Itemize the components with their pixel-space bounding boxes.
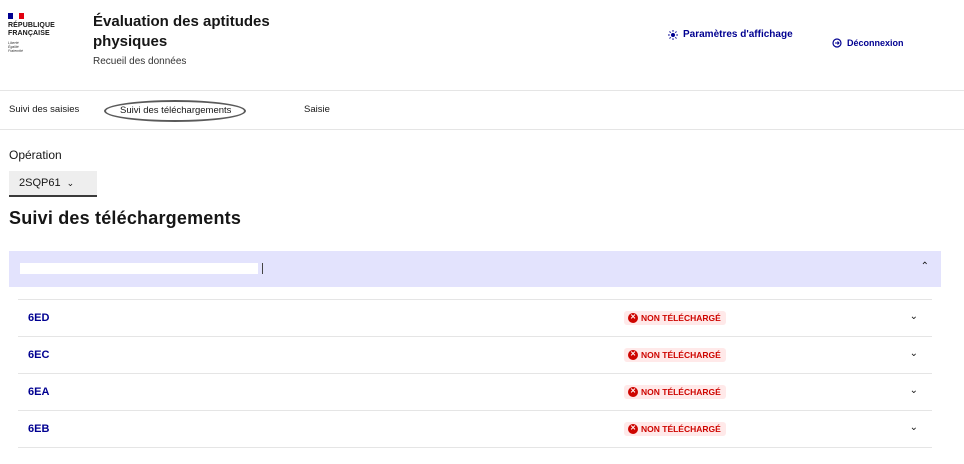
status-badge-label: NON TÉLÉCHARGÉ xyxy=(641,350,721,360)
chevron-down-icon[interactable]: ⌄ xyxy=(910,385,918,396)
page-title: Suivi des téléchargements xyxy=(9,208,242,228)
list-item[interactable]: 6EB ✕ NON TÉLÉCHARGÉ ⌄ xyxy=(18,410,932,448)
display-settings-label: Paramètres d'affichage xyxy=(683,29,793,40)
error-circle-icon: ✕ xyxy=(628,350,638,360)
logout-label: Déconnexion xyxy=(847,38,904,48)
logo-text-line-1: RÉPUBLIQUE xyxy=(8,22,55,29)
logo-devise-line: Fraternité xyxy=(8,49,23,53)
logo-text-line-2: FRANÇAISE xyxy=(8,30,50,37)
error-circle-icon: ✕ xyxy=(628,313,638,323)
list-item[interactable]: 6EC ✕ NON TÉLÉCHARGÉ ⌄ xyxy=(18,336,932,373)
class-name[interactable]: 6EB xyxy=(28,423,49,435)
nav-item-saisie[interactable]: Saisie xyxy=(304,104,330,115)
republique-francaise-logo[interactable]: RÉPUBLIQUE FRANÇAISE Liberté Égalité Fra… xyxy=(8,13,70,53)
site-header: RÉPUBLIQUE FRANÇAISE Liberté Égalité Fra… xyxy=(0,0,964,91)
operation-select[interactable]: 2SQP61 ⌄ xyxy=(9,171,97,197)
status-badge-label: NON TÉLÉCHARGÉ xyxy=(641,387,721,397)
display-settings-button[interactable]: Paramètres d'affichage xyxy=(668,29,793,40)
app-subtitle: Recueil des données xyxy=(93,56,187,67)
operation-label: Opération xyxy=(9,148,62,162)
chevron-up-icon[interactable]: ⌃ xyxy=(921,261,929,272)
status-badge: ✕ NON TÉLÉCHARGÉ xyxy=(624,385,726,399)
logout-icon xyxy=(832,38,842,48)
flag-icon xyxy=(8,13,24,19)
accordion-header-field[interactable] xyxy=(20,263,258,274)
list-item[interactable]: 6ED ✕ NON TÉLÉCHARGÉ ⌄ xyxy=(18,299,932,336)
main-navigation: Suivi des saisies Suivi des téléchargeme… xyxy=(0,91,964,130)
error-circle-icon: ✕ xyxy=(628,387,638,397)
chevron-down-icon[interactable]: ⌄ xyxy=(910,311,918,322)
logo-devise: Liberté Égalité Fraternité xyxy=(8,41,70,53)
status-badge: ✕ NON TÉLÉCHARGÉ xyxy=(624,311,726,325)
chevron-down-icon: ⌄ xyxy=(66,178,75,188)
nav-item-suivi-telechargements[interactable]: Suivi des téléchargements xyxy=(104,100,247,122)
nav-item-suivi-saisies[interactable]: Suivi des saisies xyxy=(9,104,79,115)
chevron-down-icon[interactable]: ⌄ xyxy=(910,422,918,433)
status-badge-label: NON TÉLÉCHARGÉ xyxy=(641,424,721,434)
chevron-down-icon[interactable]: ⌄ xyxy=(910,348,918,359)
class-name[interactable]: 6EC xyxy=(28,349,49,361)
error-circle-icon: ✕ xyxy=(628,424,638,434)
class-name[interactable]: 6EA xyxy=(28,386,49,398)
app-title[interactable]: Évaluation des aptitudes physiques xyxy=(93,12,303,52)
logout-button[interactable]: Déconnexion xyxy=(832,38,904,48)
status-badge: ✕ NON TÉLÉCHARGÉ xyxy=(624,422,726,436)
class-name[interactable]: 6ED xyxy=(28,312,49,324)
status-badge-label: NON TÉLÉCHARGÉ xyxy=(641,313,721,323)
sun-icon xyxy=(668,29,678,40)
text-cursor xyxy=(262,263,263,274)
class-list: 6ED ✕ NON TÉLÉCHARGÉ ⌄ 6EC ✕ NON TÉLÉCHA… xyxy=(18,299,932,448)
list-item[interactable]: 6EA ✕ NON TÉLÉCHARGÉ ⌄ xyxy=(18,373,932,410)
status-badge: ✕ NON TÉLÉCHARGÉ xyxy=(624,348,726,362)
accordion-header[interactable]: ⌃ xyxy=(9,251,941,287)
operation-selected-value: 2SQP61 xyxy=(19,177,61,189)
